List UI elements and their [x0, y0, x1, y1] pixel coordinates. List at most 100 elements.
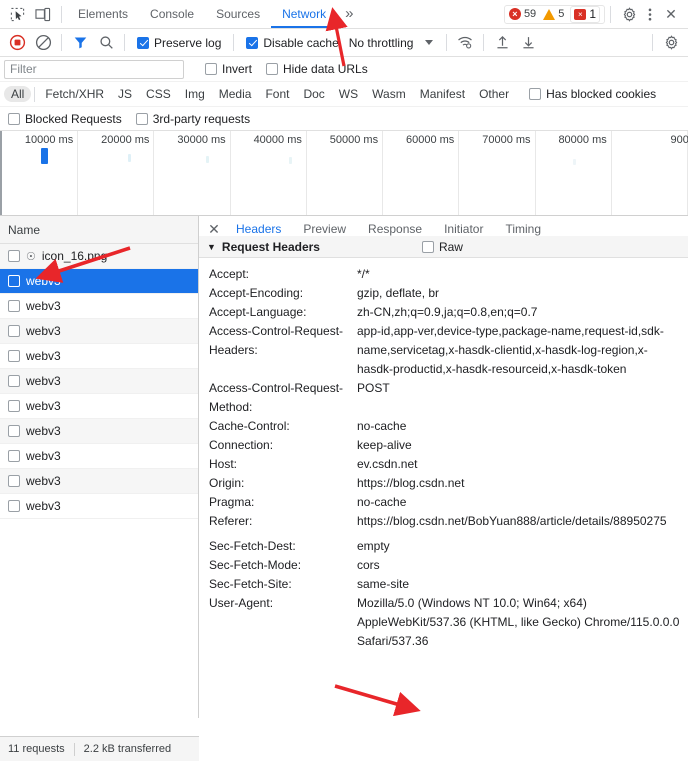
export-har-icon[interactable] [515, 30, 541, 55]
request-filters-row: Blocked Requests 3rd-party requests [0, 107, 688, 131]
tab-network[interactable]: Network [271, 0, 338, 28]
raw-toggle[interactable]: Raw [421, 240, 463, 254]
header-row: Cache-Control: no-cache [199, 417, 688, 436]
warning-counter[interactable]: 5 [543, 8, 564, 20]
type-chip-wasm[interactable]: Wasm [365, 86, 413, 102]
type-chip-media[interactable]: Media [212, 86, 259, 102]
inspect-element-icon[interactable] [4, 2, 30, 27]
request-row-icon-16-png[interactable]: ☉ icon_16.png [0, 244, 198, 269]
disable-cache-checkbox[interactable] [246, 36, 259, 49]
type-chip-font[interactable]: Font [258, 86, 296, 102]
request-row-webv3[interactable]: webv3 [0, 344, 198, 369]
row-checkbox[interactable] [8, 500, 20, 512]
row-checkbox[interactable] [8, 350, 20, 362]
timeline-cell: 50000 ms [307, 131, 384, 215]
type-chip-doc[interactable]: Doc [296, 86, 331, 102]
header-key: Access-Control-Request-Method: [209, 381, 344, 414]
has-blocked-cookies-checkbox[interactable] [529, 88, 542, 100]
type-chip-img[interactable]: Img [178, 86, 212, 102]
issue-counters[interactable]: × 59 5 × 1 [503, 4, 605, 24]
error-counter[interactable]: × 59 [508, 8, 536, 20]
clear-button[interactable] [30, 30, 56, 55]
header-value: keep-alive [357, 438, 412, 452]
network-toolbar: Preserve log Disable cache No throttling [0, 29, 688, 57]
request-row-webv3[interactable]: webv3 [0, 419, 198, 444]
row-checkbox[interactable] [8, 275, 20, 287]
request-row-webv3[interactable]: webv3 [0, 494, 198, 519]
network-settings-icon[interactable] [658, 30, 684, 55]
search-button[interactable] [93, 30, 119, 55]
request-headers-list[interactable]: Accept: */* Accept-Encoding: gzip, defla… [199, 259, 688, 718]
header-row: User-Agent: Mozilla/5.0 (Windows NT 10.0… [199, 594, 688, 651]
record-button[interactable] [4, 30, 30, 55]
import-har-icon[interactable] [489, 30, 515, 55]
request-row-webv3[interactable]: webv3 [0, 469, 198, 494]
type-chip-other[interactable]: Other [472, 86, 516, 102]
type-chip-fetch-xhr[interactable]: Fetch/XHR [38, 86, 111, 102]
timeline-cell: 20000 ms [78, 131, 155, 215]
tab-sources[interactable]: Sources [205, 0, 271, 28]
preserve-log-checkbox[interactable] [137, 36, 149, 49]
filter-button[interactable] [67, 30, 93, 55]
close-devtools-icon[interactable]: ✕ [658, 2, 684, 27]
row-checkbox[interactable] [8, 300, 20, 312]
hide-data-urls-checkbox[interactable] [266, 63, 279, 75]
device-toolbar-icon[interactable] [30, 2, 56, 27]
request-name: webv3 [26, 374, 61, 388]
blocked-requests-toggle[interactable]: Blocked Requests [4, 112, 129, 126]
gear-icon[interactable] [616, 2, 642, 27]
disable-cache-toggle[interactable]: Disable cache [239, 36, 345, 50]
invert-toggle[interactable]: Invert [198, 62, 259, 76]
timeline-cell: 70000 ms [459, 131, 536, 215]
type-chip-manifest[interactable]: Manifest [413, 86, 472, 102]
timeline-request-bar [41, 148, 48, 164]
request-name: webv3 [26, 349, 61, 363]
filter-input[interactable] [4, 59, 184, 79]
network-summary-bar: 11 requests 2.2 kB transferred [0, 736, 199, 761]
type-chip-ws[interactable]: WS [332, 86, 365, 102]
type-chip-css[interactable]: CSS [139, 86, 178, 102]
raw-checkbox[interactable] [421, 240, 434, 253]
resource-type-filters: All Fetch/XHR JS CSS Img Media Font Doc … [0, 82, 688, 107]
row-checkbox[interactable] [8, 450, 20, 462]
third-party-requests-toggle[interactable]: 3rd-party requests [129, 112, 257, 126]
request-row-webv3[interactable]: webv3 [0, 294, 198, 319]
tab-elements[interactable]: Elements [67, 0, 139, 28]
type-chip-js[interactable]: JS [111, 86, 139, 102]
kebab-menu-icon[interactable] [642, 2, 658, 27]
request-row-webv3-selected[interactable]: webv3 [0, 269, 198, 294]
preserve-log-toggle[interactable]: Preserve log [130, 36, 228, 50]
more-tabs-icon[interactable]: » [337, 0, 361, 28]
network-conditions-icon[interactable] [452, 30, 478, 55]
timeline-tick-label: 30000 ms [177, 134, 226, 146]
row-checkbox[interactable] [8, 250, 20, 262]
row-checkbox[interactable] [8, 425, 20, 437]
throttling-select[interactable]: No throttling [346, 36, 437, 50]
row-checkbox[interactable] [8, 475, 20, 487]
has-blocked-cookies-toggle[interactable]: Has blocked cookies [522, 87, 663, 101]
header-row: Origin: https://blog.csdn.net [199, 474, 688, 493]
request-row-webv3[interactable]: webv3 [0, 444, 198, 469]
request-headers-section-header[interactable]: ▼ Request Headers Raw [199, 236, 688, 258]
request-row-webv3[interactable]: webv3 [0, 394, 198, 419]
header-value: https://blog.csdn.net [357, 476, 465, 490]
request-name: icon_16.png [41, 249, 108, 263]
request-row-webv3[interactable]: webv3 [0, 319, 198, 344]
request-name: webv3 [26, 324, 61, 338]
row-checkbox[interactable] [8, 325, 20, 337]
issues-counter[interactable]: × 1 [570, 5, 600, 23]
chip-divider [34, 86, 36, 102]
row-checkbox[interactable] [8, 400, 20, 412]
header-value: https://blog.csdn.net/BobYuan888/article… [357, 514, 667, 528]
third-party-requests-checkbox[interactable] [135, 112, 148, 125]
request-row-webv3[interactable]: webv3 [0, 369, 198, 394]
request-list-column-header[interactable]: Name [0, 216, 198, 244]
invert-checkbox[interactable] [205, 63, 217, 75]
type-chip-all[interactable]: All [4, 86, 32, 102]
hide-data-urls-toggle[interactable]: Hide data URLs [259, 62, 375, 76]
row-checkbox[interactable] [8, 375, 20, 387]
blocked-requests-checkbox[interactable] [8, 112, 20, 125]
tab-console[interactable]: Console [139, 0, 205, 28]
network-overview-timeline[interactable]: 10000 ms 20000 ms 30000 ms 40000 ms 5000… [0, 131, 688, 216]
timeline-cell: 10000 ms [0, 131, 79, 215]
